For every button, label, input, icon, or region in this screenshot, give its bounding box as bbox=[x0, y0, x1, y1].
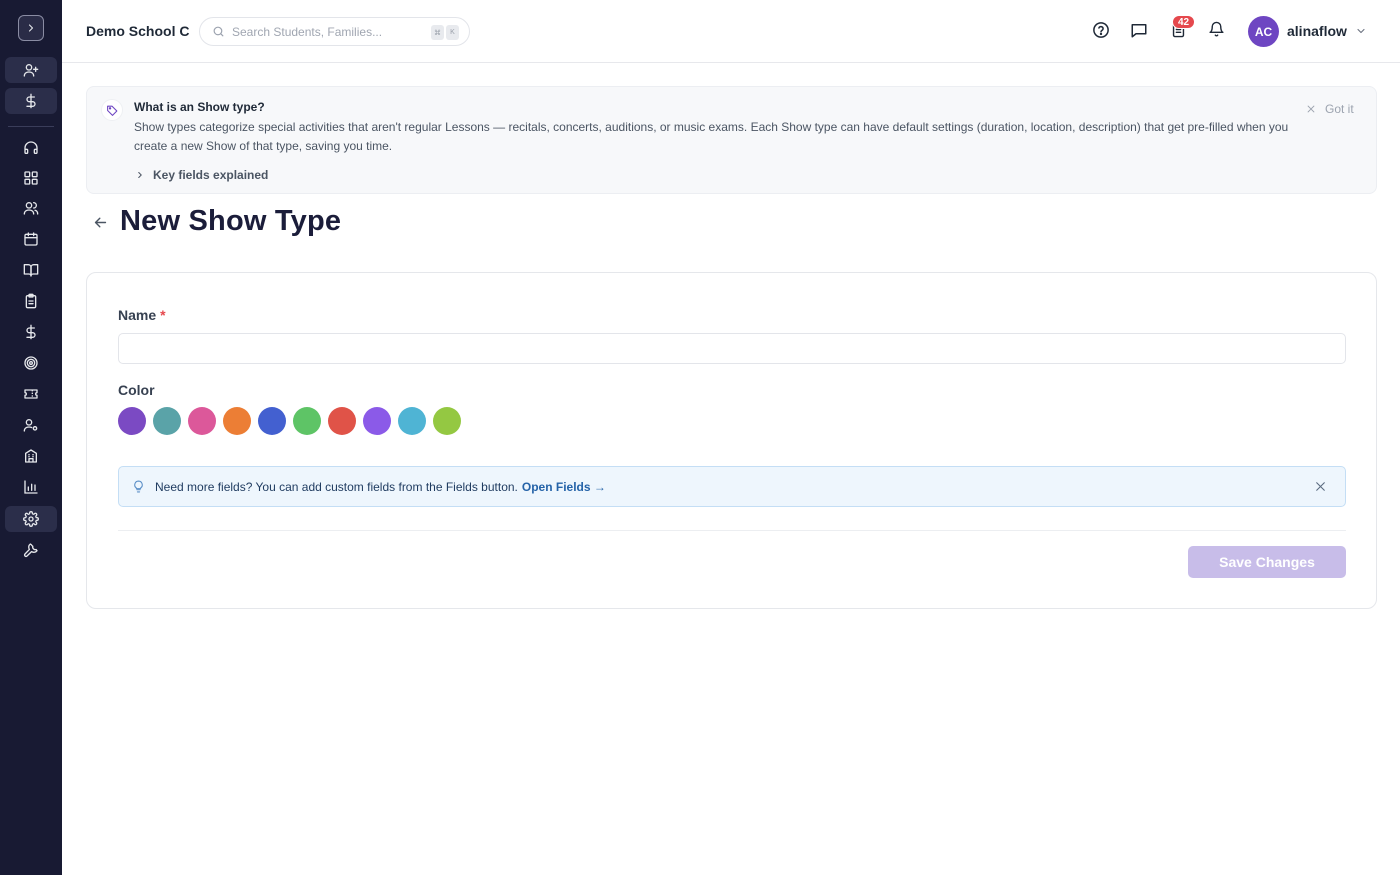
sidebar-item-goals[interactable] bbox=[5, 350, 57, 376]
help-button[interactable] bbox=[1092, 21, 1110, 39]
notifications-button[interactable] bbox=[1208, 21, 1225, 38]
tags-icon bbox=[101, 99, 123, 121]
sidebar-item-billing[interactable] bbox=[5, 319, 57, 345]
sidebar-item-support[interactable] bbox=[5, 135, 57, 161]
form-divider bbox=[118, 530, 1346, 531]
shortcut-key-cmd: ⌘ bbox=[431, 25, 444, 40]
save-changes-button[interactable]: Save Changes bbox=[1188, 546, 1346, 578]
color-swatch[interactable] bbox=[433, 407, 461, 435]
search-bar[interactable]: Search Students, Families... ⌘ K bbox=[199, 17, 470, 46]
got-it-button[interactable]: Got it bbox=[1306, 102, 1354, 116]
chevron-right-icon bbox=[28, 24, 34, 32]
close-icon bbox=[1316, 482, 1325, 491]
fields-tip-banner: Need more fields? You can add custom fie… bbox=[118, 466, 1346, 507]
users-icon bbox=[23, 202, 39, 215]
sidebar-item-settings[interactable] bbox=[5, 506, 57, 532]
color-swatch[interactable] bbox=[188, 407, 216, 435]
color-swatch[interactable] bbox=[293, 407, 321, 435]
key-fields-toggle[interactable]: Key fields explained bbox=[135, 168, 268, 182]
chevron-down-icon bbox=[1357, 28, 1365, 34]
page-title: New Show Type bbox=[120, 205, 342, 237]
shortcut-key-k: K bbox=[446, 25, 459, 40]
color-swatch[interactable] bbox=[328, 407, 356, 435]
messages-button[interactable] bbox=[1130, 21, 1148, 39]
arrow-left-icon bbox=[94, 217, 107, 228]
sidebar-item-dashboard[interactable] bbox=[5, 165, 57, 191]
sidebar-item-locations[interactable] bbox=[5, 443, 57, 469]
user-settings-icon bbox=[23, 419, 38, 432]
bell-icon bbox=[1209, 21, 1224, 37]
color-swatch[interactable] bbox=[223, 407, 251, 435]
color-swatch[interactable] bbox=[363, 407, 391, 435]
chevron-right-icon bbox=[138, 171, 142, 179]
clipboard-icon bbox=[25, 293, 37, 309]
target-icon bbox=[24, 356, 38, 370]
dashboard-grid-icon bbox=[24, 171, 38, 185]
user-menu-toggle[interactable] bbox=[1355, 25, 1367, 37]
close-icon bbox=[1307, 105, 1315, 113]
sidebar-item-tools[interactable] bbox=[5, 537, 57, 563]
dollar-icon bbox=[26, 93, 36, 109]
back-button[interactable] bbox=[92, 214, 109, 231]
sidebar-item-add-student[interactable] bbox=[5, 57, 57, 83]
school-name: Demo School C bbox=[86, 23, 190, 39]
bar-chart-icon bbox=[24, 480, 38, 494]
search-input[interactable]: Search Students, Families... bbox=[232, 25, 382, 39]
dollar-icon bbox=[26, 324, 36, 340]
info-panel: What is an Show type? Show types categor… bbox=[86, 86, 1377, 194]
sidebar-item-reports[interactable] bbox=[5, 474, 57, 500]
sidebar-divider bbox=[8, 126, 54, 127]
headset-icon bbox=[24, 141, 38, 154]
sidebar-item-staff[interactable] bbox=[5, 412, 57, 438]
info-description: Show types categorize special activities… bbox=[134, 120, 1289, 153]
color-picker bbox=[118, 407, 461, 435]
gear-icon bbox=[23, 511, 39, 527]
sidebar-item-people[interactable] bbox=[5, 195, 57, 221]
sidebar-item-library[interactable] bbox=[5, 257, 57, 283]
key-fields-label: Key fields explained bbox=[153, 168, 269, 182]
name-input[interactable] bbox=[118, 333, 1346, 364]
got-it-label: Got it bbox=[1325, 102, 1354, 116]
tasks-count-badge: 42 bbox=[1172, 15, 1196, 29]
info-title: What is an Show type? bbox=[134, 100, 265, 114]
calendar-icon bbox=[24, 232, 38, 246]
chat-bubble-icon bbox=[1131, 24, 1147, 38]
tip-close-button[interactable] bbox=[1314, 480, 1327, 493]
search-icon bbox=[213, 26, 224, 37]
wrench-icon bbox=[23, 543, 38, 558]
color-swatch[interactable] bbox=[398, 407, 426, 435]
tip-text: Need more fields? You can add custom fie… bbox=[155, 479, 518, 494]
sidebar-expand-button[interactable] bbox=[18, 15, 44, 41]
book-icon bbox=[23, 264, 39, 277]
top-header: Demo School C Search Students, Families.… bbox=[62, 0, 1400, 63]
color-swatch[interactable] bbox=[118, 407, 146, 435]
show-type-form: Name * Color Need more fields? You can ad… bbox=[86, 272, 1377, 609]
avatar[interactable]: AC bbox=[1248, 16, 1279, 47]
color-swatch[interactable] bbox=[258, 407, 286, 435]
required-marker: * bbox=[160, 307, 166, 323]
user-plus-icon bbox=[23, 63, 39, 77]
lightbulb-icon bbox=[132, 480, 145, 493]
name-field-label: Name * bbox=[118, 307, 166, 323]
help-circle-icon bbox=[1093, 22, 1109, 38]
building-icon bbox=[25, 449, 37, 463]
ticket-icon bbox=[24, 389, 38, 399]
sidebar-item-events[interactable] bbox=[5, 381, 57, 407]
color-label: Color bbox=[118, 382, 155, 398]
open-fields-link[interactable]: Open Fields → bbox=[522, 480, 606, 494]
sidebar bbox=[0, 0, 62, 875]
name-label-text: Name bbox=[118, 307, 157, 323]
color-swatch[interactable] bbox=[153, 407, 181, 435]
sidebar-item-tasks[interactable] bbox=[5, 288, 57, 314]
sidebar-item-payment[interactable] bbox=[5, 88, 57, 114]
user-name[interactable]: alinaflow bbox=[1287, 23, 1347, 39]
sidebar-item-calendar[interactable] bbox=[5, 226, 57, 252]
